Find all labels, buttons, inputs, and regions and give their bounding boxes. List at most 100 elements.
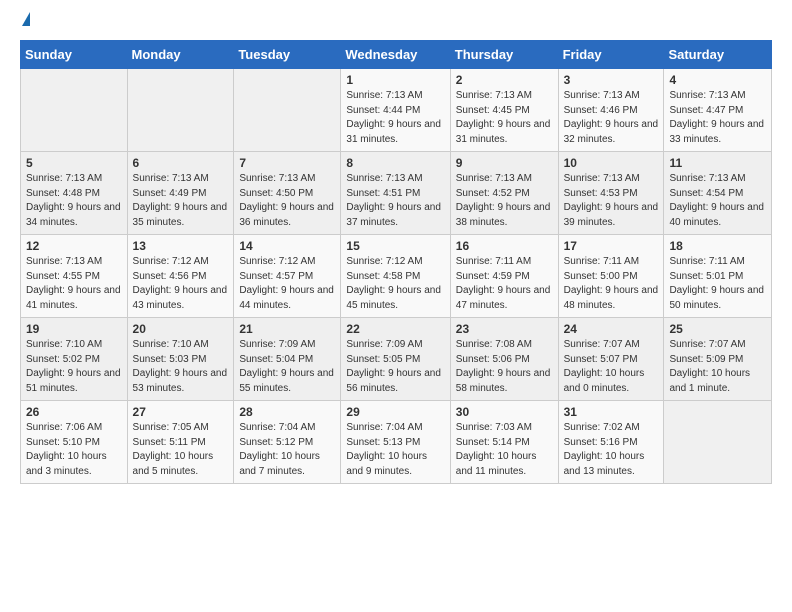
day-info: Sunrise: 7:13 AMSunset: 4:52 PMDaylight:… <box>456 172 553 230</box>
weekday-header-thursday: Thursday <box>450 41 558 69</box>
day-number: 4 <box>669 73 766 87</box>
day-number: 9 <box>456 156 553 170</box>
day-info: Sunrise: 7:08 AMSunset: 5:06 PMDaylight:… <box>456 338 553 396</box>
day-info: Sunrise: 7:13 AMSunset: 4:45 PMDaylight:… <box>456 89 553 147</box>
day-number: 17 <box>564 239 659 253</box>
weekday-header-monday: Monday <box>127 41 234 69</box>
day-info: Sunrise: 7:12 AMSunset: 4:57 PMDaylight:… <box>239 255 335 313</box>
day-number: 22 <box>346 322 444 336</box>
day-number: 7 <box>239 156 335 170</box>
day-number: 20 <box>133 322 229 336</box>
day-number: 21 <box>239 322 335 336</box>
day-cell: 4 Sunrise: 7:13 AMSunset: 4:47 PMDaylight… <box>664 69 772 152</box>
day-info: Sunrise: 7:10 AMSunset: 5:03 PMDaylight:… <box>133 338 229 396</box>
day-info: Sunrise: 7:04 AMSunset: 5:13 PMDaylight:… <box>346 421 444 479</box>
day-info: Sunrise: 7:13 AMSunset: 4:54 PMDaylight:… <box>669 172 766 230</box>
day-cell: 25Sunrise: 7:07 AMSunset: 5:09 PMDayligh… <box>664 318 772 401</box>
day-info: Sunrise: 7:12 AMSunset: 4:58 PMDaylight:… <box>346 255 444 313</box>
day-number: 26 <box>26 405 122 419</box>
day-info: Sunrise: 7:11 AMSunset: 4:59 PMDaylight:… <box>456 255 553 313</box>
day-info: Sunrise: 7:03 AMSunset: 5:14 PMDaylight:… <box>456 421 553 479</box>
day-cell: 22 Sunrise: 7:09 AMSunset: 5:05 PMDayligh… <box>341 318 450 401</box>
day-info: Sunrise: 7:13 AMSunset: 4:46 PMDaylight:… <box>564 89 659 147</box>
day-cell: 30Sunrise: 7:03 AMSunset: 5:14 PMDayligh… <box>450 401 558 484</box>
day-info: Sunrise: 7:12 AMSunset: 4:56 PMDaylight:… <box>133 255 229 313</box>
day-info: Sunrise: 7:07 AMSunset: 5:07 PMDaylight:… <box>564 338 659 396</box>
day-cell: 19 Sunrise: 7:10 AMSunset: 5:02 PMDayligh… <box>21 318 128 401</box>
day-cell: 21 Sunrise: 7:09 AMSunset: 5:04 PMDayligh… <box>234 318 341 401</box>
day-info: Sunrise: 7:09 AMSunset: 5:04 PMDaylight:… <box>239 338 335 396</box>
day-cell <box>127 69 234 152</box>
day-info: Sunrise: 7:06 AMSunset: 5:10 PMDaylight:… <box>26 421 122 479</box>
logo-icon <box>22 12 30 26</box>
day-cell <box>234 69 341 152</box>
weekday-header-wednesday: Wednesday <box>341 41 450 69</box>
day-cell: 15Sunrise: 7:12 AMSunset: 4:58 PMDayligh… <box>341 235 450 318</box>
day-number: 1 <box>346 73 444 87</box>
day-cell: 18 Sunrise: 7:11 AMSunset: 5:01 PMDayligh… <box>664 235 772 318</box>
day-cell: 20 Sunrise: 7:10 AMSunset: 5:03 PMDayligh… <box>127 318 234 401</box>
day-info: Sunrise: 7:13 AMSunset: 4:47 PMDaylight:… <box>669 89 766 147</box>
day-number: 31 <box>564 405 659 419</box>
day-number: 29 <box>346 405 444 419</box>
day-info: Sunrise: 7:13 AMSunset: 4:51 PMDaylight:… <box>346 172 444 230</box>
day-cell: 2 Sunrise: 7:13 AMSunset: 4:45 PMDaylight… <box>450 69 558 152</box>
day-number: 24 <box>564 322 659 336</box>
day-info: Sunrise: 7:07 AMSunset: 5:09 PMDaylight:… <box>669 338 766 396</box>
day-cell: 16 Sunrise: 7:11 AMSunset: 4:59 PMDayligh… <box>450 235 558 318</box>
weekday-header-sunday: Sunday <box>21 41 128 69</box>
day-number: 27 <box>133 405 229 419</box>
day-cell <box>21 69 128 152</box>
day-cell: 24 Sunrise: 7:07 AMSunset: 5:07 PMDayligh… <box>558 318 664 401</box>
day-cell: 8Sunrise: 7:13 AMSunset: 4:51 PMDaylight… <box>341 152 450 235</box>
day-number: 19 <box>26 322 122 336</box>
day-number: 23 <box>456 322 553 336</box>
day-number: 2 <box>456 73 553 87</box>
day-info: Sunrise: 7:04 AMSunset: 5:12 PMDaylight:… <box>239 421 335 479</box>
day-number: 11 <box>669 156 766 170</box>
day-number: 16 <box>456 239 553 253</box>
weekday-header-row: SundayMondayTuesdayWednesdayThursdayFrid… <box>21 41 772 69</box>
day-cell: 23 Sunrise: 7:08 AMSunset: 5:06 PMDayligh… <box>450 318 558 401</box>
day-number: 3 <box>564 73 659 87</box>
logo <box>20 16 30 30</box>
day-number: 5 <box>26 156 122 170</box>
day-cell: 7 Sunrise: 7:13 AMSunset: 4:50 PMDaylight… <box>234 152 341 235</box>
day-cell: 11 Sunrise: 7:13 AMSunset: 4:54 PMDayligh… <box>664 152 772 235</box>
day-cell: 28 Sunrise: 7:04 AMSunset: 5:12 PMDayligh… <box>234 401 341 484</box>
day-number: 18 <box>669 239 766 253</box>
day-info: Sunrise: 7:02 AMSunset: 5:16 PMDaylight:… <box>564 421 659 479</box>
calendar: SundayMondayTuesdayWednesdayThursdayFrid… <box>20 40 772 484</box>
day-number: 28 <box>239 405 335 419</box>
day-info: Sunrise: 7:11 AMSunset: 5:00 PMDaylight:… <box>564 255 659 313</box>
day-number: 10 <box>564 156 659 170</box>
day-cell: 1Sunrise: 7:13 AMSunset: 4:44 PMDaylight… <box>341 69 450 152</box>
day-cell: 9 Sunrise: 7:13 AMSunset: 4:52 PMDaylight… <box>450 152 558 235</box>
day-cell: 26 Sunrise: 7:06 AMSunset: 5:10 PMDayligh… <box>21 401 128 484</box>
day-info: Sunrise: 7:13 AMSunset: 4:48 PMDaylight:… <box>26 172 122 230</box>
weekday-header-friday: Friday <box>558 41 664 69</box>
day-cell: 14 Sunrise: 7:12 AMSunset: 4:57 PMDayligh… <box>234 235 341 318</box>
page: SundayMondayTuesdayWednesdayThursdayFrid… <box>0 0 792 500</box>
day-number: 6 <box>133 156 229 170</box>
day-info: Sunrise: 7:13 AMSunset: 4:55 PMDaylight:… <box>26 255 122 313</box>
day-cell: 31 Sunrise: 7:02 AMSunset: 5:16 PMDayligh… <box>558 401 664 484</box>
day-cell: 29 Sunrise: 7:04 AMSunset: 5:13 PMDayligh… <box>341 401 450 484</box>
day-info: Sunrise: 7:11 AMSunset: 5:01 PMDaylight:… <box>669 255 766 313</box>
header <box>20 16 772 30</box>
day-cell: 13 Sunrise: 7:12 AMSunset: 4:56 PMDayligh… <box>127 235 234 318</box>
day-cell <box>664 401 772 484</box>
day-cell: 3 Sunrise: 7:13 AMSunset: 4:46 PMDaylight… <box>558 69 664 152</box>
weekday-header-saturday: Saturday <box>664 41 772 69</box>
week-row-4: 19 Sunrise: 7:10 AMSunset: 5:02 PMDayligh… <box>21 318 772 401</box>
day-number: 13 <box>133 239 229 253</box>
week-row-5: 26 Sunrise: 7:06 AMSunset: 5:10 PMDayligh… <box>21 401 772 484</box>
day-cell: 6Sunrise: 7:13 AMSunset: 4:49 PMDaylight… <box>127 152 234 235</box>
day-info: Sunrise: 7:09 AMSunset: 5:05 PMDaylight:… <box>346 338 444 396</box>
day-cell: 12Sunrise: 7:13 AMSunset: 4:55 PMDayligh… <box>21 235 128 318</box>
day-info: Sunrise: 7:10 AMSunset: 5:02 PMDaylight:… <box>26 338 122 396</box>
week-row-3: 12Sunrise: 7:13 AMSunset: 4:55 PMDayligh… <box>21 235 772 318</box>
day-number: 14 <box>239 239 335 253</box>
day-info: Sunrise: 7:13 AMSunset: 4:50 PMDaylight:… <box>239 172 335 230</box>
week-row-2: 5 Sunrise: 7:13 AMSunset: 4:48 PMDaylight… <box>21 152 772 235</box>
